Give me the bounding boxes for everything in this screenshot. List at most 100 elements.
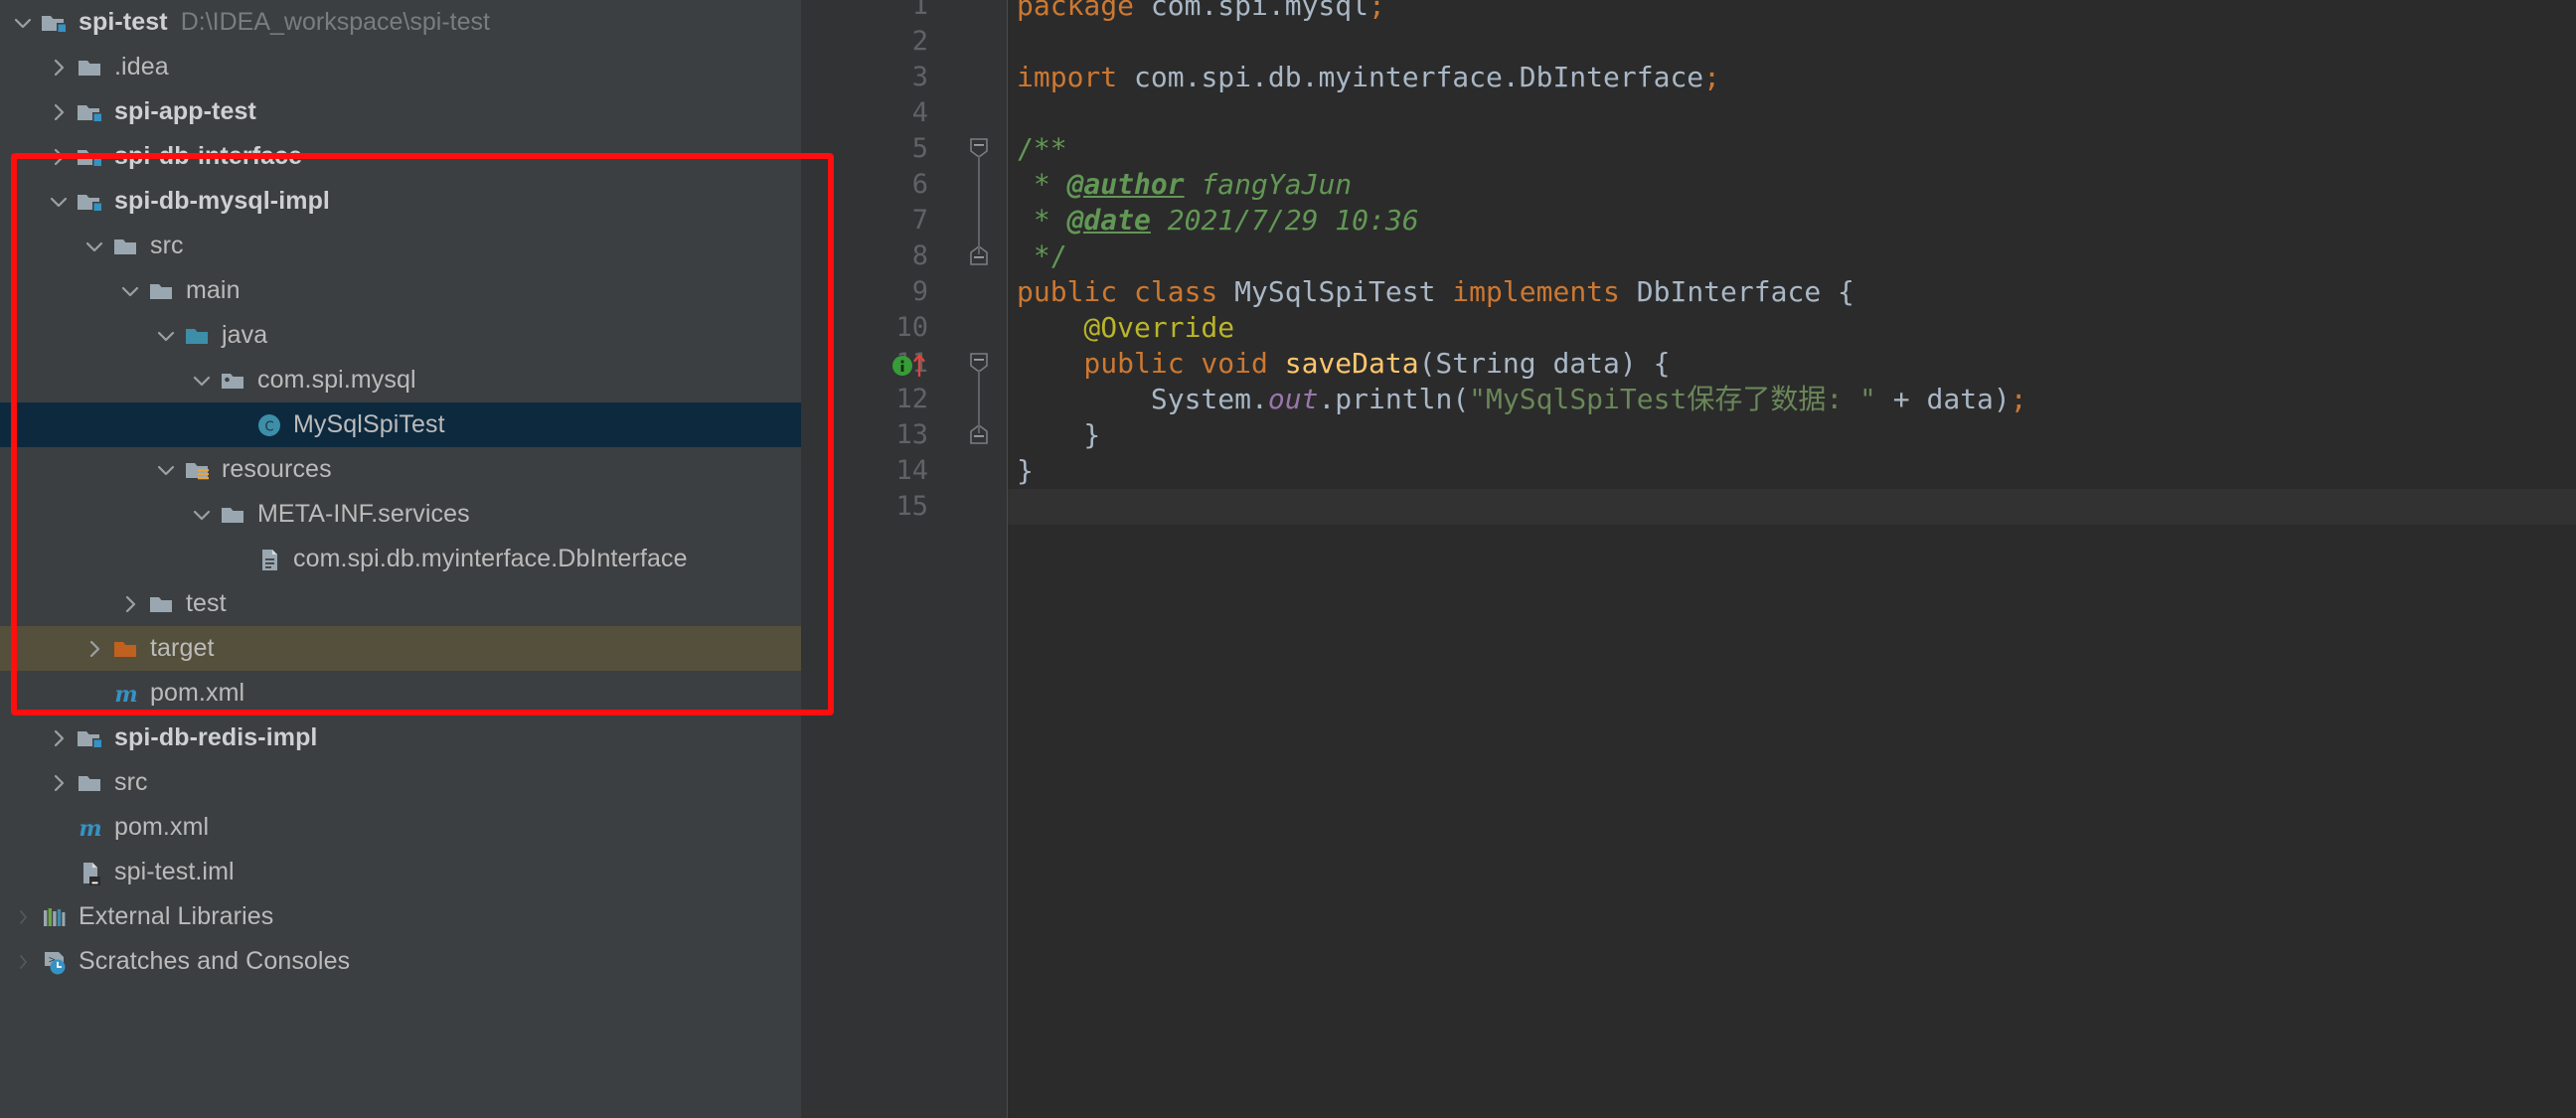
tree-row[interactable]: src (0, 224, 801, 268)
line-number: 6 (809, 167, 928, 203)
project-tool-window[interactable]: spi-testD:\IDEA_workspace\spi-test .idea… (0, 0, 801, 1118)
excluded-folder-icon (111, 634, 141, 664)
code-line[interactable] (1008, 95, 2576, 131)
tree-row[interactable]: com.spi.mysql (0, 358, 801, 402)
file-icon (254, 545, 284, 574)
project-path-label: D:\IDEA_workspace\spi-test (181, 0, 490, 45)
tree-row[interactable]: C MySqlSpiTest (0, 402, 801, 447)
code-line[interactable]: @Override (1008, 310, 2576, 346)
code-editor[interactable]: 123456789101112131415 package com.spi.my… (801, 0, 2576, 1118)
tree-row[interactable]: m pom.xml (0, 671, 801, 716)
code-line[interactable]: } (1008, 453, 2576, 489)
chevron-down-icon[interactable] (189, 368, 215, 394)
line-number: 4 (809, 95, 928, 131)
line-number: 10 (809, 310, 928, 346)
chevron-down-icon[interactable] (153, 457, 179, 483)
tree-row[interactable]: spi-app-test (0, 89, 801, 134)
tree-row[interactable]: java (0, 313, 801, 358)
code-line[interactable]: */ (1008, 239, 2576, 274)
chevron-down-icon[interactable] (46, 189, 72, 215)
code-line[interactable]: } (1008, 417, 2576, 453)
tree-row-label: java (222, 313, 267, 358)
tree-row-project-root[interactable]: spi-testD:\IDEA_workspace\spi-test (0, 0, 801, 45)
chevron-down-icon[interactable] (189, 502, 215, 528)
module-icon (40, 8, 70, 38)
chevron-right-icon[interactable] (46, 55, 72, 80)
no-chevron (46, 815, 72, 841)
tree-row[interactable]: > Scratches and Consoles (0, 939, 801, 984)
line-number: 1 (809, 0, 928, 24)
tree-row[interactable]: META-INF.services (0, 492, 801, 537)
editor-fold-gutter[interactable] (950, 0, 1008, 1118)
code-line[interactable] (1008, 24, 2576, 60)
code-token: saveData (1285, 347, 1419, 380)
code-line[interactable] (1008, 489, 2576, 525)
tree-row[interactable]: main (0, 268, 801, 313)
code-token: "MySqlSpiTest保存了数据: " (1469, 383, 1876, 415)
module-icon (76, 142, 105, 172)
editor-gutter[interactable]: 123456789101112131415 (801, 0, 950, 1118)
tree-row-label: spi-db-redis-impl (114, 716, 317, 760)
chevron-right-icon[interactable] (10, 949, 36, 975)
code-token: } (1017, 418, 1100, 451)
tree-row-label: com.spi.db.myinterface.DbInterface (293, 537, 688, 581)
tree-row-label: target (150, 626, 215, 671)
line-number: 15 (809, 489, 928, 525)
tree-row[interactable]: spi-test.iml (0, 850, 801, 894)
code-line[interactable]: import com.spi.db.myinterface.DbInterfac… (1008, 60, 2576, 95)
tree-row-label: spi-db-interface (114, 134, 302, 179)
tree-row[interactable]: External Libraries (0, 894, 801, 939)
code-token: * (1017, 204, 1067, 237)
folder-icon (147, 276, 177, 306)
tree-row[interactable]: m pom.xml (0, 805, 801, 850)
line-number: 9 (809, 274, 928, 310)
chevron-down-icon[interactable] (117, 278, 143, 304)
tree-row[interactable]: target (0, 626, 801, 671)
code-token: ; (1368, 0, 1385, 22)
code-token: com.spi.mysql (1151, 0, 1368, 22)
tree-row[interactable]: test (0, 581, 801, 626)
chevron-right-icon[interactable] (46, 770, 72, 796)
code-line[interactable]: public void saveData(String data) { (1008, 346, 2576, 382)
tree-row-label: MySqlSpiTest (293, 402, 445, 447)
code-content[interactable]: package com.spi.mysql; import com.spi.db.… (1008, 0, 2576, 1118)
tree-row[interactable]: spi-db-interface (0, 134, 801, 179)
iml-icon (76, 858, 105, 887)
chevron-right-icon[interactable] (46, 99, 72, 125)
code-line[interactable]: * @author fangYaJun (1008, 167, 2576, 203)
folder-icon (76, 768, 105, 798)
svg-text:m: m (79, 816, 101, 842)
code-line[interactable]: package com.spi.mysql; (1008, 0, 2576, 24)
tree-row-label: src (114, 760, 148, 805)
tree-row[interactable]: resources (0, 447, 801, 492)
chevron-right-icon[interactable] (117, 591, 143, 617)
code-token: ; (1703, 61, 1720, 93)
no-chevron (81, 681, 107, 707)
code-line[interactable]: System.out.println("MySqlSpiTest保存了数据: "… (1008, 382, 2576, 417)
implementing-method-icon[interactable] (890, 349, 934, 383)
tree-row[interactable]: .idea (0, 45, 801, 89)
no-chevron (46, 860, 72, 885)
code-line[interactable]: * @date 2021/7/29 10:36 (1008, 203, 2576, 239)
chevron-down-icon[interactable] (153, 323, 179, 349)
tree-row-label: pom.xml (114, 805, 209, 850)
tree-row[interactable]: src (0, 760, 801, 805)
chevron-right-icon[interactable] (46, 725, 72, 751)
chevron-right-icon[interactable] (46, 144, 72, 170)
tree-row[interactable]: spi-db-mysql-impl (0, 179, 801, 224)
code-token: fangYaJun (1185, 168, 1353, 201)
maven-icon: m (76, 813, 105, 843)
code-line[interactable]: /** (1008, 131, 2576, 167)
code-token: ; (2011, 383, 2027, 415)
chevron-right-icon[interactable] (81, 636, 107, 662)
code-line[interactable]: public class MySqlSpiTest implements DbI… (1008, 274, 2576, 310)
tree-row[interactable]: com.spi.db.myinterface.DbInterface (0, 537, 801, 581)
tree-row-label: main (186, 268, 241, 313)
chevron-right-icon[interactable] (10, 904, 36, 930)
project-tree[interactable]: spi-testD:\IDEA_workspace\spi-test .idea… (0, 0, 801, 984)
tree-row[interactable]: spi-db-redis-impl (0, 716, 801, 760)
chevron-down-icon[interactable] (10, 10, 36, 36)
chevron-down-icon[interactable] (81, 234, 107, 259)
tree-row-label: External Libraries (79, 894, 273, 939)
line-number: 8 (809, 239, 928, 274)
